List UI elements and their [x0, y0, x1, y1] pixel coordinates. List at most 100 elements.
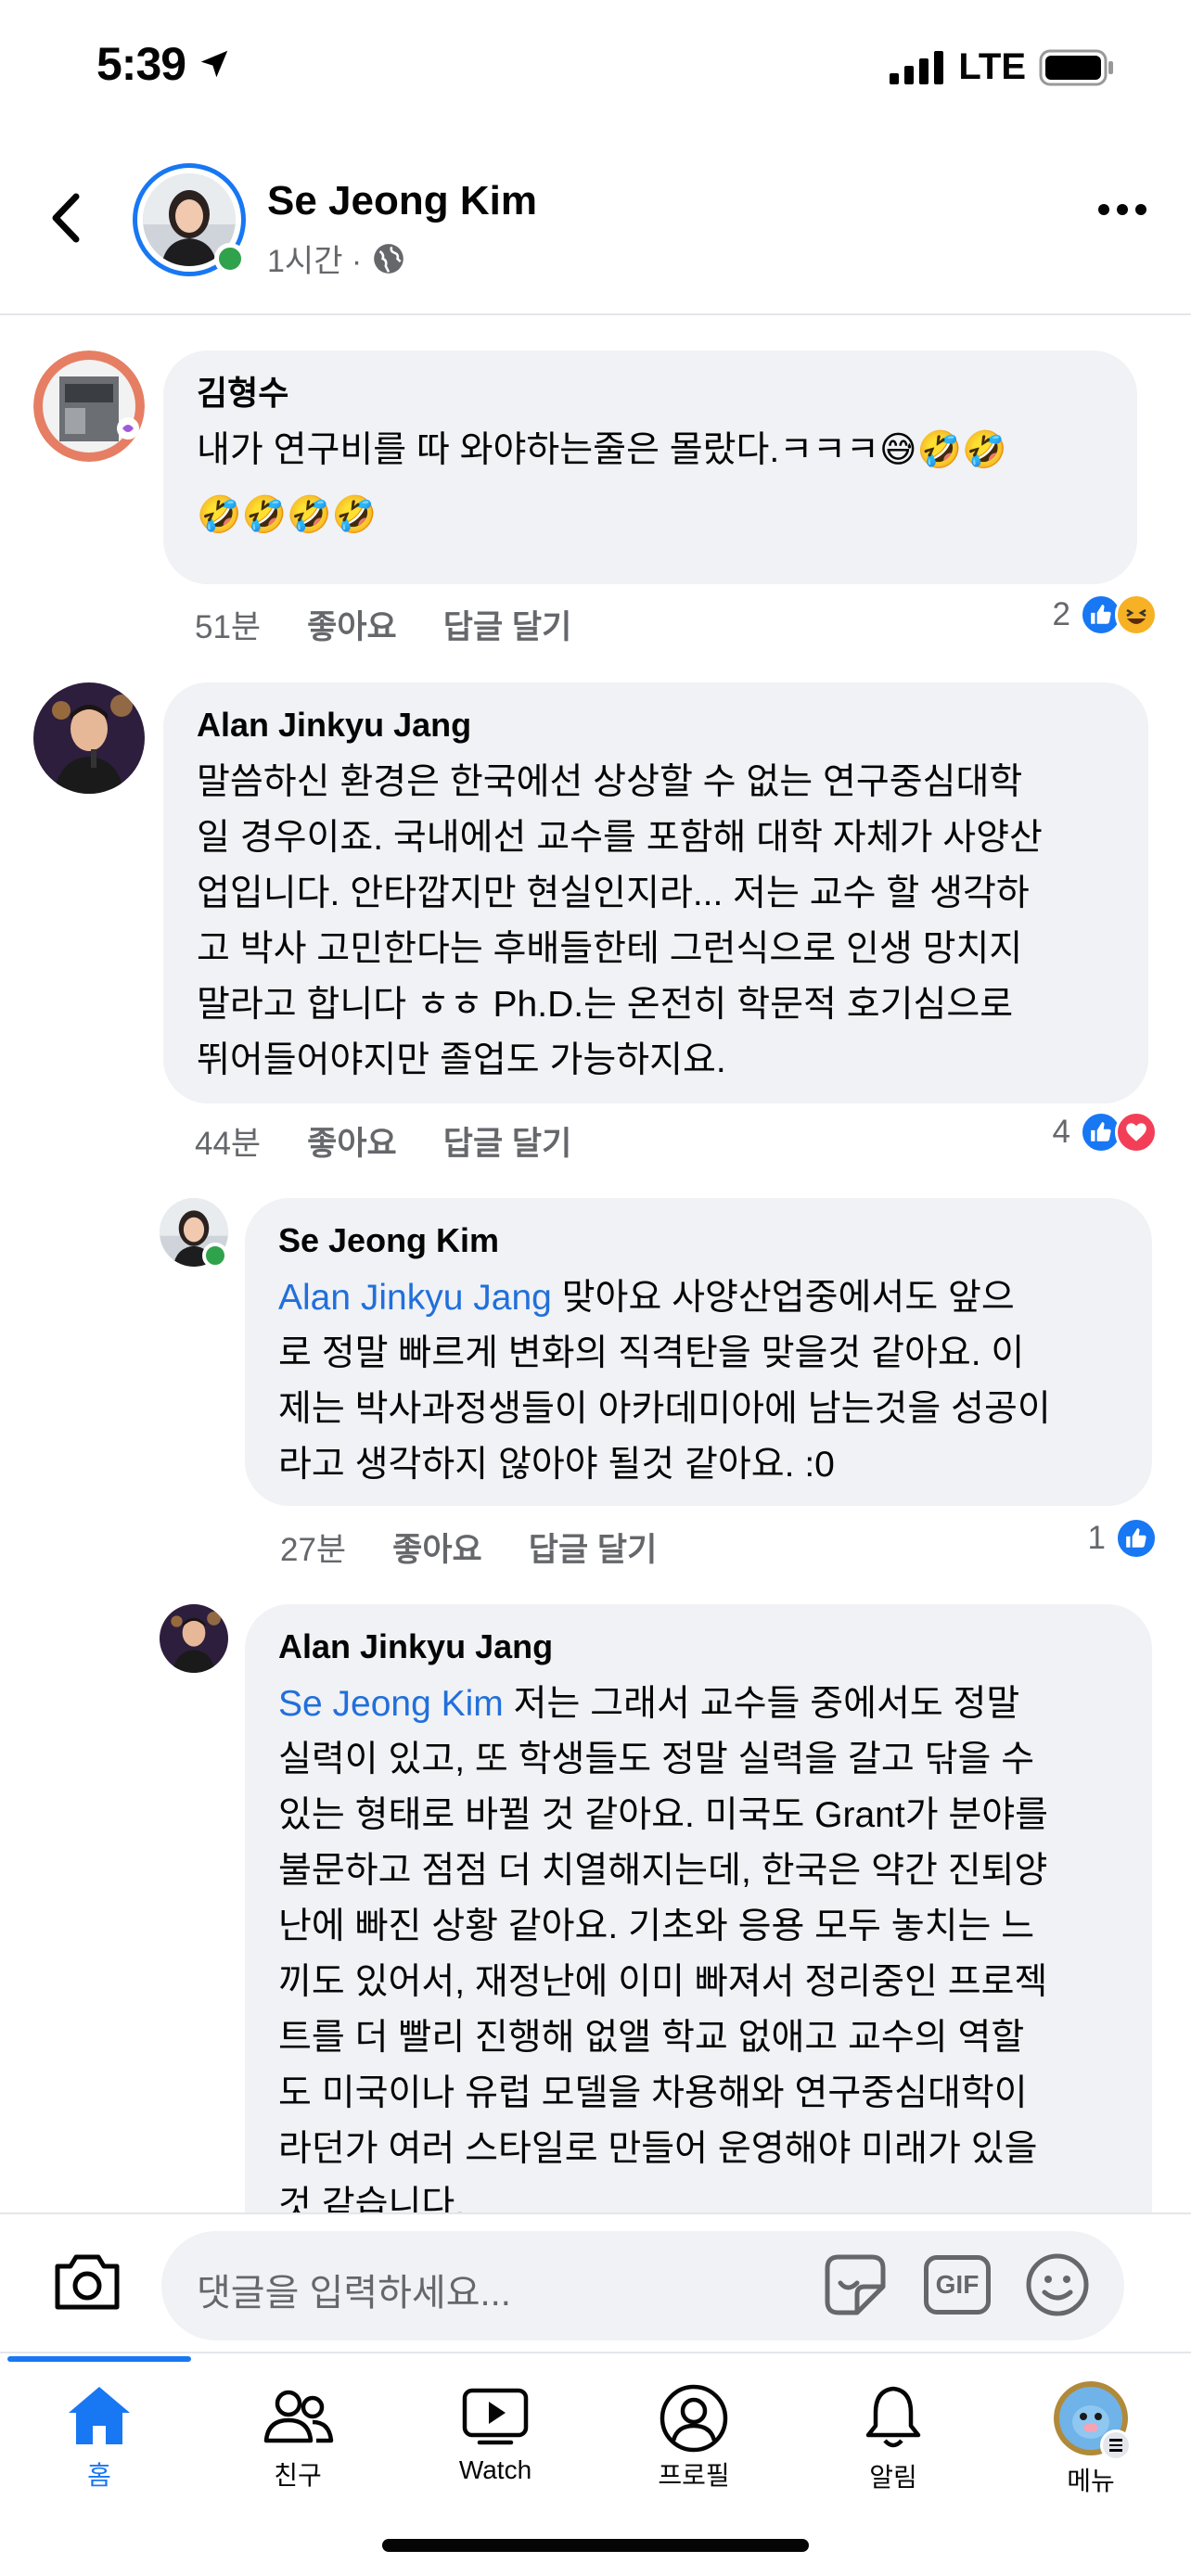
mention-link[interactable]: Alan Jinkyu Jang	[278, 1278, 552, 1318]
author-name[interactable]: Se Jeong Kim	[267, 178, 537, 224]
tab-menu[interactable]: 메뉴	[1026, 2381, 1156, 2498]
camera-button[interactable]	[52, 2251, 122, 2317]
tab-label: 프로필	[658, 2461, 730, 2490]
comment-line: 말씀하신 환경은 한국에선 상상할 수 없는 연구중심대학	[197, 762, 1023, 802]
hamburger-icon	[1100, 2429, 1132, 2461]
comment-text: 내가 연구비를 따 와야하는줄은 몰랐다.ㅋㅋㅋ😅🤣🤣 🤣🤣🤣🤣	[197, 423, 1106, 543]
chevron-left-icon	[52, 193, 80, 243]
tab-label: 친구	[274, 2461, 322, 2490]
comment-text: Se Jeong Kim 저는 그래서 교수들 중에서도 정말 실력이 있고, …	[278, 1677, 1121, 2213]
comment-line: 있는 형태로 바뀔 것 같아요. 미국도 Grant가 분야를	[278, 1795, 1049, 1835]
reply-button[interactable]: 답글 달기	[443, 601, 572, 648]
tab-label: Watch	[458, 2455, 532, 2484]
comment-text: Alan Jinkyu Jang 맞아요 사양산업중에서도 앞으 로 정말 빠르…	[278, 1270, 1121, 1493]
comment-text: 말씀하신 환경은 한국에선 상상할 수 없는 연구중심대학 일 경우이죠. 국내…	[197, 755, 1117, 1089]
commenter-avatar[interactable]	[160, 1604, 228, 1673]
reply-bubble: Alan Jinkyu Jang Se Jeong Kim 저는 그래서 교수들…	[245, 1604, 1152, 2213]
reaction-count: 4	[1052, 1114, 1070, 1150]
reply-bubble: Se Jeong Kim Alan Jinkyu Jang 맞아요 사양산업중에…	[245, 1198, 1152, 1506]
comment-line: 끼도 있어서, 재정난에 이미 빠져서 정리중인 프로젝	[278, 1962, 1048, 2002]
comment-fragment: 맞아요 사양산업중에서도 앞으	[551, 1278, 1015, 1318]
commenter-name[interactable]: Alan Jinkyu Jang	[278, 1626, 1121, 1667]
comment-line: 🤣🤣🤣🤣	[197, 495, 378, 535]
comment-line: 도 미국이나 유럽 모델을 차용해와 연구중심대학이	[278, 2073, 1028, 2113]
smiley-icon	[1026, 2253, 1089, 2316]
comment-line: 라고 생각하지 않아야 될것 같아요. :0	[278, 1445, 835, 1485]
love-reaction-icon	[1115, 1111, 1158, 1154]
more-dot-icon	[1117, 204, 1128, 215]
tab-watch[interactable]: Watch	[430, 2383, 560, 2485]
post-time: 1시간 ·	[267, 244, 363, 279]
signal-icon	[890, 50, 944, 84]
haha-reaction-icon	[1115, 593, 1158, 636]
comment-line: 불문하고 점점 더 치열해지는데, 한국은 약간 진퇴양	[278, 1851, 1048, 1891]
bell-icon	[865, 2386, 921, 2448]
comment-line: 일 경우이죠. 국내에선 교수를 포함해 대학 자체가 사양산	[197, 818, 1043, 858]
tab-label: 홈	[87, 2461, 111, 2490]
comment-time: 51분	[195, 609, 262, 645]
comment-line: Se Jeong Kim 저는 그래서 교수들 중에서도 정말	[278, 1677, 1121, 1732]
online-status-indicator	[214, 243, 246, 274]
commenter-name[interactable]: Alan Jinkyu Jang	[197, 705, 1117, 746]
comment-line: 말라고 합니다 ㅎㅎ Ph.D.는 온전히 학문적 호기심으로	[197, 985, 1014, 1025]
comment-placeholder: 댓글을 입력하세요...	[197, 2273, 511, 2314]
tab-label: 알림	[869, 2463, 917, 2492]
location-arrow-icon	[200, 50, 228, 78]
comment-fragment: 저는 그래서 교수들 중에서도 정말	[503, 1684, 1020, 1724]
comment-bubble: Alan Jinkyu Jang 말씀하신 환경은 한국에선 상상할 수 없는 …	[163, 682, 1148, 1103]
like-button[interactable]: 좋아요	[307, 601, 397, 648]
comment-actions: 51분 좋아요 답글 달기	[195, 601, 571, 648]
reaction-summary[interactable]: 4	[1053, 1111, 1158, 1154]
back-button[interactable]	[46, 185, 83, 255]
comment-line: 라던가 여러 스타일로 만들어 운영해야 미래가 있을	[278, 2129, 1038, 2169]
comment-line: 로 정말 빠르게 변화의 직격탄을 맞을것 같아요. 이	[278, 1333, 1025, 1373]
gif-label: GIF	[935, 2270, 980, 2299]
tab-notifications[interactable]: 알림	[828, 2383, 958, 2494]
active-tab-indicator	[7, 2356, 191, 2362]
commenter-name[interactable]: 김형수	[197, 373, 1106, 414]
reaction-count: 2	[1052, 596, 1070, 632]
globe-icon	[374, 243, 404, 274]
comment-line: 실력이 있고, 또 학생들도 정말 실력을 갈고 닦을 수	[278, 1740, 1035, 1779]
reply-button[interactable]: 답글 달기	[529, 1524, 658, 1571]
post-meta: 1시간 ·	[267, 236, 406, 281]
commenter-avatar[interactable]	[33, 682, 145, 794]
menu-avatar	[1052, 2381, 1132, 2461]
tab-profile[interactable]: 프로필	[629, 2383, 759, 2493]
commenter-name[interactable]: Se Jeong Kim	[278, 1220, 1121, 1261]
like-reaction-icon	[1115, 1517, 1158, 1560]
comment-actions: 44분 좋아요 답글 달기	[195, 1117, 571, 1165]
video-icon	[462, 2388, 529, 2445]
reaction-summary[interactable]: 1	[1088, 1517, 1158, 1560]
battery-icon	[1039, 49, 1113, 85]
commenter-avatar[interactable]	[33, 351, 145, 462]
online-status-indicator	[202, 1243, 228, 1269]
gif-button[interactable]: GIF	[924, 2255, 991, 2315]
comment-line: 업입니다. 안타깝지만 현실인지라... 저는 교수 할 생각하	[197, 874, 1030, 913]
status-icons: LTE	[890, 46, 1115, 88]
more-dot-icon	[1135, 204, 1146, 215]
comment-line: 제는 박사과정생들이 아카데미아에 남는것을 성공이	[278, 1389, 1051, 1429]
emoji-button[interactable]	[1024, 2251, 1091, 2323]
like-button[interactable]: 좋아요	[307, 1117, 397, 1165]
home-icon	[69, 2387, 130, 2444]
comment-line: Alan Jinkyu Jang 맞아요 사양산업중에서도 앞으	[278, 1270, 1121, 1326]
reaction-count: 1	[1087, 1520, 1106, 1556]
comment-time: 27분	[280, 1532, 347, 1568]
home-indicator	[382, 2539, 809, 2552]
reaction-summary[interactable]: 2	[1053, 593, 1158, 636]
comment-line: 고 박사 고민한다는 후배들한테 그런식으로 인생 망치지	[197, 929, 1023, 969]
reply-clip: Alan Jinkyu Jang Se Jeong Kim 저는 그래서 교수들…	[245, 1604, 1152, 2213]
reply-button[interactable]: 답글 달기	[443, 1117, 572, 1165]
mention-link[interactable]: Se Jeong Kim	[278, 1684, 504, 1724]
status-time: 5:39	[96, 37, 232, 91]
comment-actions: 27분 좋아요 답글 달기	[280, 1524, 657, 1571]
comment-line: 내가 연구비를 따 와야하는줄은 몰랐다.ㅋㅋㅋ😅🤣🤣	[197, 430, 1007, 470]
tab-friends[interactable]: 친구	[233, 2383, 363, 2493]
friends-icon	[263, 2390, 334, 2443]
tab-home[interactable]: 홈	[34, 2383, 164, 2493]
like-button[interactable]: 좋아요	[392, 1524, 482, 1571]
sticker-icon	[825, 2254, 886, 2315]
more-options-button[interactable]	[1098, 204, 1146, 215]
sticker-button[interactable]	[820, 2250, 890, 2325]
